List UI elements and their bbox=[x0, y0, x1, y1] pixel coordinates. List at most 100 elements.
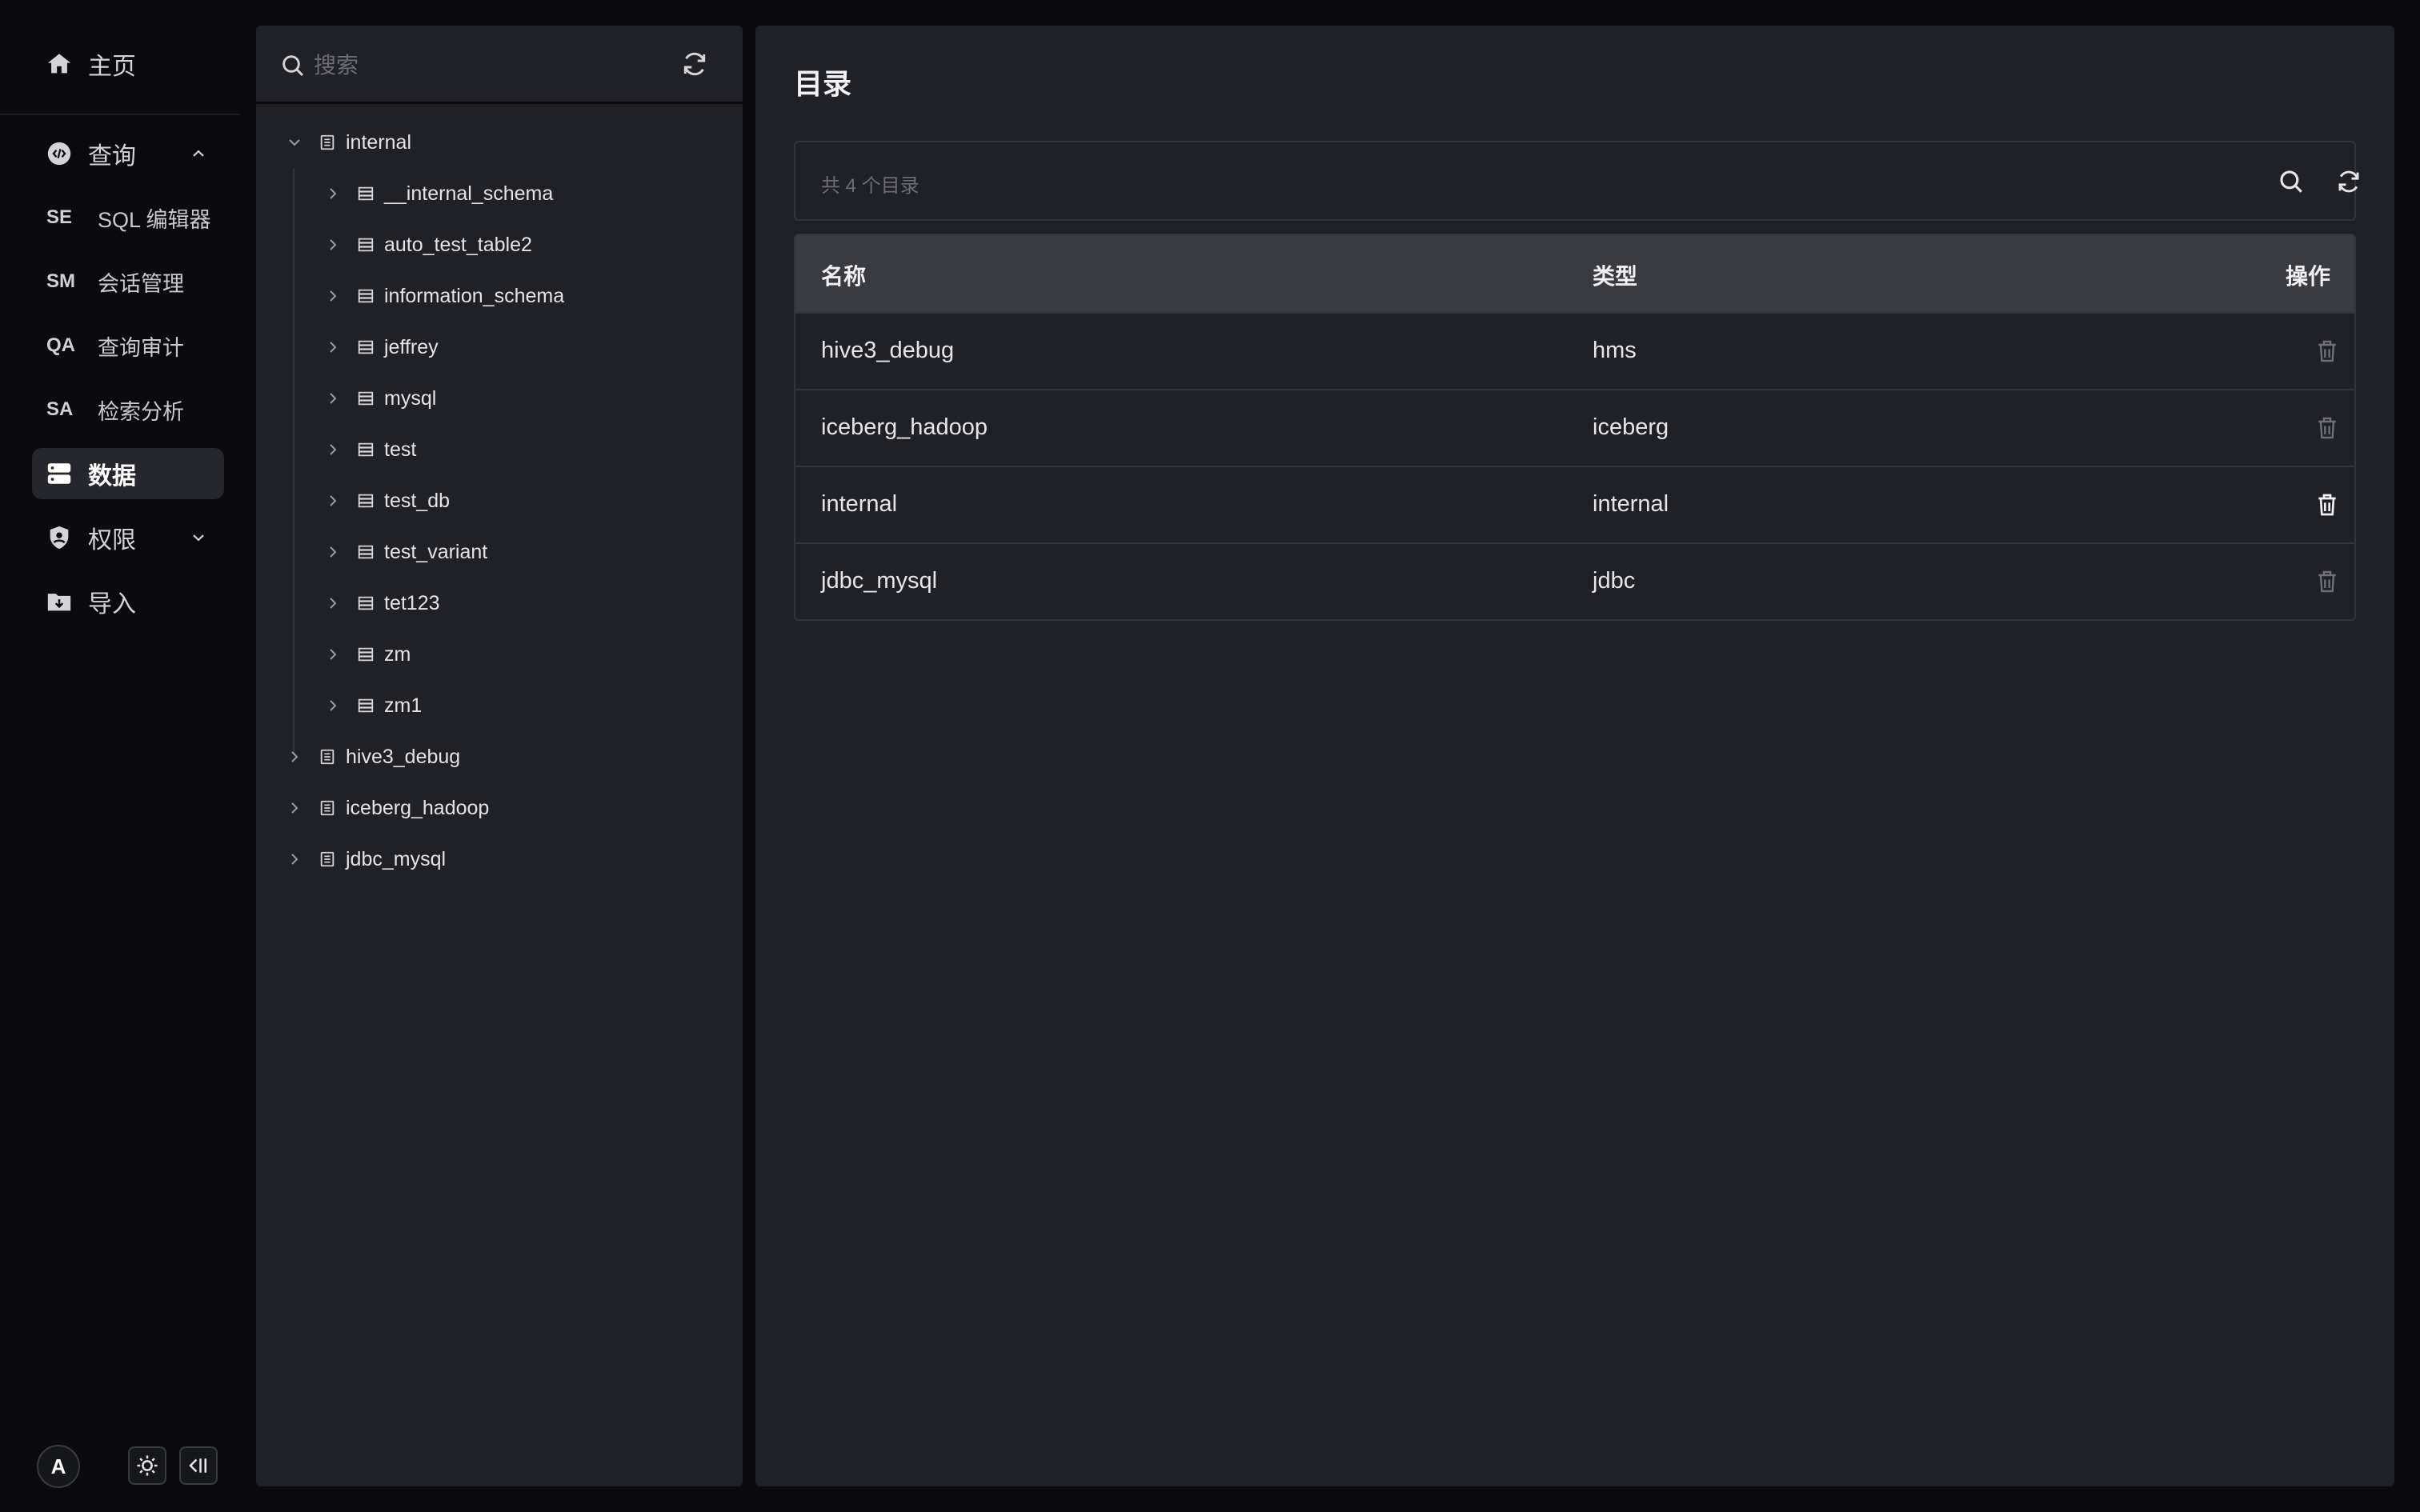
tree-node-catalog[interactable]: internal bbox=[285, 122, 411, 163]
chevron-right-icon[interactable] bbox=[285, 747, 304, 766]
nav-item-data[interactable]: 数据 bbox=[32, 448, 224, 499]
shield-user-icon bbox=[45, 523, 74, 552]
tree-node-database[interactable]: jeffrey bbox=[323, 326, 439, 368]
tree-node-database[interactable]: auto_test_table2 bbox=[323, 224, 532, 266]
nav-item-session-management[interactable]: SM 会话管理 bbox=[32, 256, 224, 307]
tree-node-label: hive3_debug bbox=[346, 745, 461, 768]
tree-node-label: information_schema bbox=[384, 284, 565, 307]
left-nav: 主页 查询 SE SQL 编辑器 SM 会话管理 QA 查询审计 SA 检索分析 bbox=[0, 0, 240, 1512]
trash-icon[interactable] bbox=[2314, 491, 2340, 518]
nav-abbr: QA bbox=[46, 334, 75, 356]
theme-toggle-button[interactable] bbox=[128, 1446, 166, 1485]
chevron-down-icon[interactable] bbox=[285, 133, 304, 152]
tree-node-catalog[interactable]: hive3_debug bbox=[285, 736, 460, 778]
nav-label-home: 主页 bbox=[88, 54, 136, 80]
tree-node-label: zm1 bbox=[384, 694, 423, 717]
tree-node-catalog[interactable]: iceberg_hadoop bbox=[285, 787, 489, 829]
table-row[interactable]: iceberg_hadoop iceberg bbox=[795, 389, 2354, 466]
database-icon bbox=[45, 459, 74, 488]
database-icon bbox=[358, 238, 374, 252]
chevron-right-icon[interactable] bbox=[323, 338, 343, 357]
database-icon bbox=[358, 186, 374, 201]
cell-type: internal bbox=[1593, 491, 1669, 517]
chevron-right-icon[interactable] bbox=[285, 798, 304, 818]
chevron-right-icon[interactable] bbox=[285, 850, 304, 869]
tree-node-database[interactable]: zm bbox=[323, 634, 411, 675]
refresh-icon[interactable] bbox=[2335, 168, 2362, 195]
chevron-right-icon[interactable] bbox=[323, 491, 343, 510]
nav-label-permissions: 权限 bbox=[88, 527, 136, 554]
column-header-name: 名称 bbox=[821, 264, 867, 289]
tree-node-database[interactable]: test_variant bbox=[323, 531, 487, 573]
tree-node-catalog[interactable]: jdbc_mysql bbox=[285, 838, 446, 880]
app: 主页 查询 SE SQL 编辑器 SM 会话管理 QA 查询审计 SA 检索分析 bbox=[0, 0, 2420, 1512]
code-bubble-icon bbox=[45, 139, 74, 168]
nav-item-search-analysis[interactable]: SA 检索分析 bbox=[32, 384, 224, 435]
trash-icon[interactable] bbox=[2314, 568, 2340, 595]
tree-node-label: iceberg_hadoop bbox=[346, 796, 490, 819]
tree-node-database[interactable]: tet123 bbox=[323, 582, 440, 624]
tree-search-input[interactable] bbox=[314, 45, 650, 86]
chevron-right-icon[interactable] bbox=[323, 542, 343, 562]
chevron-right-icon[interactable] bbox=[323, 235, 343, 254]
database-icon bbox=[358, 545, 374, 559]
chevron-up-icon[interactable] bbox=[189, 144, 208, 163]
table-row[interactable]: hive3_debug hms bbox=[795, 312, 2354, 389]
table-row[interactable]: jdbc_mysql jdbc bbox=[795, 542, 2354, 619]
database-icon bbox=[358, 340, 374, 354]
tree-node-label: tet123 bbox=[384, 591, 440, 614]
tree-node-database[interactable]: __internal_schema bbox=[323, 173, 553, 214]
tree-node-label: zm bbox=[384, 642, 411, 666]
nav-item-query[interactable]: 查询 bbox=[32, 128, 224, 179]
column-header-type: 类型 bbox=[1593, 264, 1638, 289]
catalog-icon bbox=[320, 851, 335, 867]
refresh-icon[interactable] bbox=[680, 50, 709, 78]
tree-guide-line bbox=[293, 168, 294, 754]
cell-type: jdbc bbox=[1593, 568, 1636, 594]
avatar[interactable]: A bbox=[37, 1445, 80, 1488]
nav-item-import[interactable]: 导入 bbox=[32, 576, 224, 627]
cell-name: iceberg_hadoop bbox=[821, 414, 988, 440]
tree-node-database[interactable]: test bbox=[323, 429, 416, 470]
column-header-actions: 操作 bbox=[2286, 264, 2331, 289]
folder-download-icon bbox=[45, 587, 74, 616]
chevron-right-icon[interactable] bbox=[323, 594, 343, 613]
nav-item-home[interactable]: 主页 bbox=[32, 38, 224, 90]
nav-item-sql-editor[interactable]: SE SQL 编辑器 bbox=[32, 192, 224, 243]
tree-node-database[interactable]: information_schema bbox=[323, 275, 564, 317]
collapse-sidebar-button[interactable] bbox=[179, 1446, 218, 1485]
trash-icon[interactable] bbox=[2314, 414, 2340, 442]
nav-label: 查询审计 bbox=[98, 335, 184, 360]
nav-abbr: SE bbox=[46, 206, 73, 228]
tree-node-label: __internal_schema bbox=[384, 182, 554, 205]
nav-item-permissions[interactable]: 权限 bbox=[32, 512, 224, 563]
tree-node-label: test bbox=[384, 438, 417, 461]
search-icon[interactable] bbox=[2278, 168, 2305, 195]
chevron-right-icon[interactable] bbox=[323, 389, 343, 408]
cell-name: internal bbox=[821, 491, 898, 517]
collapse-left-icon bbox=[189, 1458, 206, 1473]
nav-item-query-audit[interactable]: QA 查询审计 bbox=[32, 320, 224, 371]
table-header: 名称 类型 操作 bbox=[795, 235, 2354, 312]
tree-node-database[interactable]: zm1 bbox=[323, 685, 422, 726]
chevron-right-icon[interactable] bbox=[323, 184, 343, 203]
trash-icon[interactable] bbox=[2314, 338, 2340, 365]
chevron-down-icon[interactable] bbox=[189, 528, 208, 547]
tree-node-label: test_variant bbox=[384, 540, 488, 563]
table-row[interactable]: internal internal bbox=[795, 466, 2354, 542]
chevron-right-icon[interactable] bbox=[323, 645, 343, 664]
catalog-table: 名称 类型 操作 hive3_debug hms iceberg_hadoop … bbox=[794, 234, 2356, 621]
chevron-right-icon[interactable] bbox=[323, 696, 343, 715]
nav-label: 检索分析 bbox=[98, 399, 184, 424]
tree-node-label: jdbc_mysql bbox=[346, 847, 447, 870]
tree-node-database[interactable]: mysql bbox=[323, 378, 436, 419]
database-icon bbox=[358, 698, 374, 713]
tree-node-database[interactable]: test_db bbox=[323, 480, 450, 522]
database-icon bbox=[358, 391, 374, 406]
nav-abbr: SM bbox=[46, 270, 75, 292]
chevron-right-icon[interactable] bbox=[323, 440, 343, 459]
chevron-right-icon[interactable] bbox=[323, 286, 343, 306]
search-icon bbox=[282, 55, 304, 77]
cell-name: jdbc_mysql bbox=[821, 568, 938, 594]
nav-label-query: 查询 bbox=[88, 143, 136, 170]
